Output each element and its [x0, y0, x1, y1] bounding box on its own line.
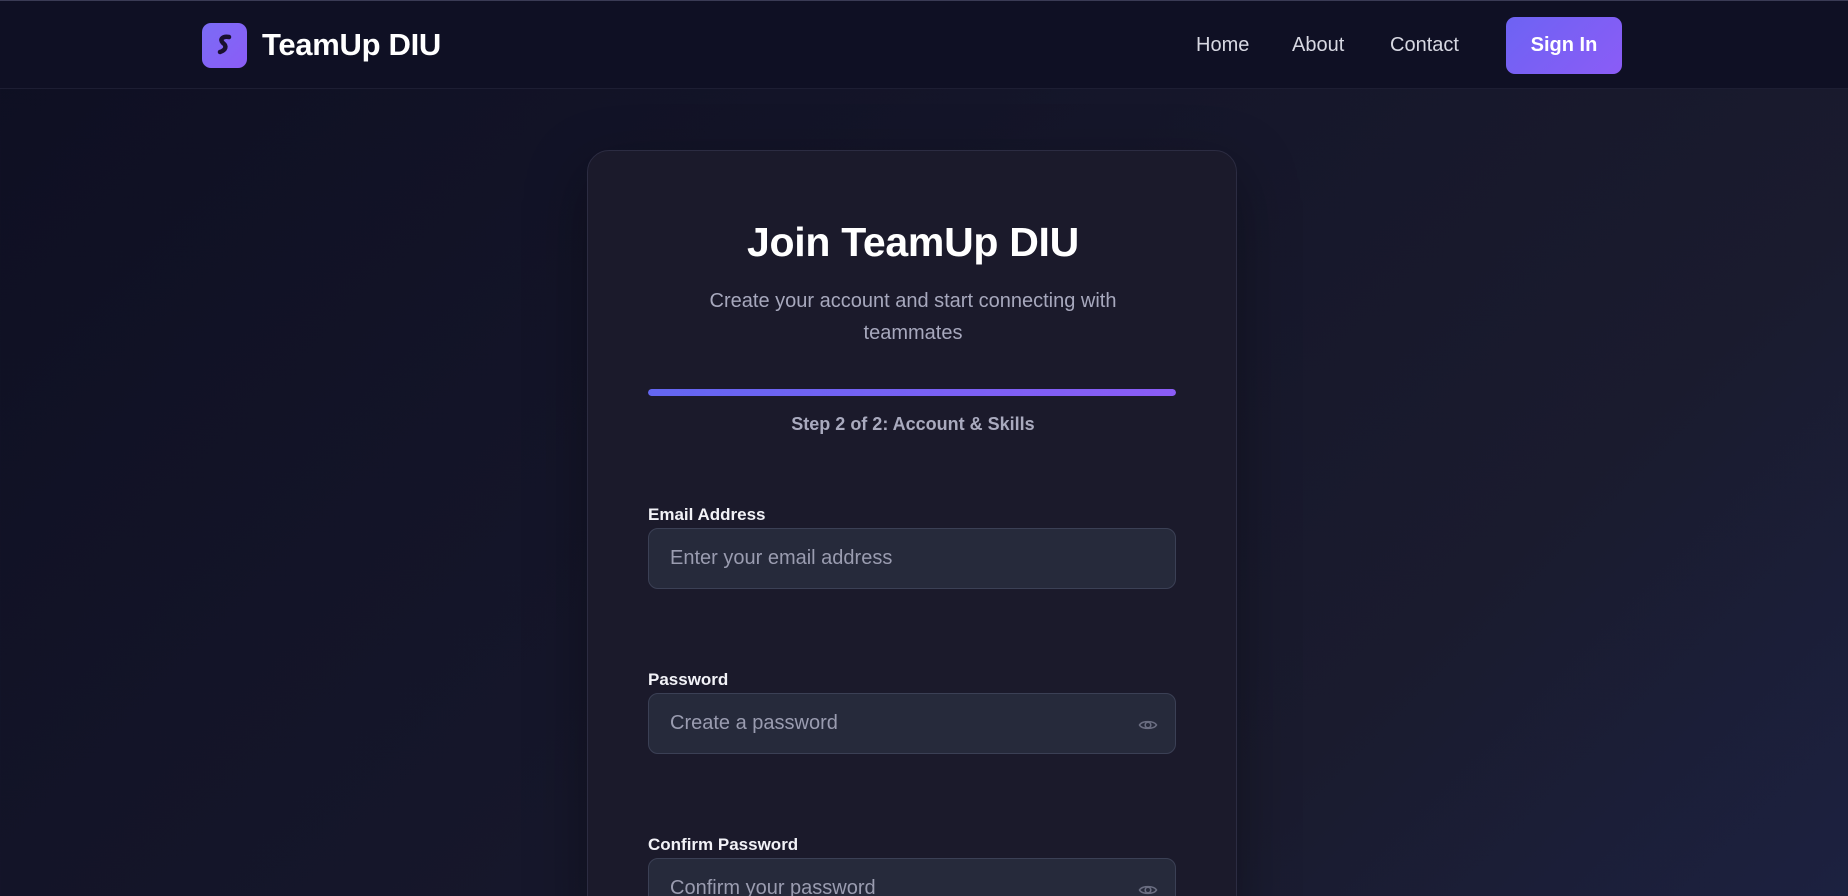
nav-link-about[interactable]: About — [1292, 34, 1344, 57]
confirm-password-field[interactable] — [649, 859, 1175, 896]
confirm-password-field-box — [648, 858, 1176, 896]
page-subtitle: Create your account and start connecting… — [709, 290, 1117, 344]
page-title: Join TeamUp DIU — [747, 219, 1079, 265]
password-label: Password — [648, 670, 729, 689]
password-field[interactable] — [649, 694, 1175, 753]
nav-link-contact[interactable]: Contact — [1390, 34, 1459, 57]
navbar: TeamUp DIU Home About Contact Sign In — [0, 0, 1848, 89]
progress-fill — [648, 389, 1176, 396]
s-logo-icon — [202, 22, 247, 68]
signup-card: Join TeamUp DIU Create your account and … — [587, 150, 1237, 896]
confirm-password-label: Confirm Password — [648, 835, 799, 854]
eye-icon[interactable] — [1138, 880, 1158, 896]
email-field[interactable] — [649, 529, 1175, 588]
password-field-box — [648, 693, 1176, 754]
step-indicator: Step 2 of 2: Account & Skills — [791, 414, 1035, 434]
progress-bar — [648, 389, 1176, 396]
email-field-box — [648, 528, 1176, 589]
nav-link-home[interactable]: Home — [1196, 34, 1249, 57]
email-label: Email Address — [648, 505, 766, 524]
eye-icon[interactable] — [1138, 715, 1158, 735]
brand[interactable]: TeamUp DIU — [202, 22, 441, 68]
sign-in-button[interactable]: Sign In — [1506, 17, 1622, 74]
brand-name: TeamUp DIU — [262, 27, 442, 62]
